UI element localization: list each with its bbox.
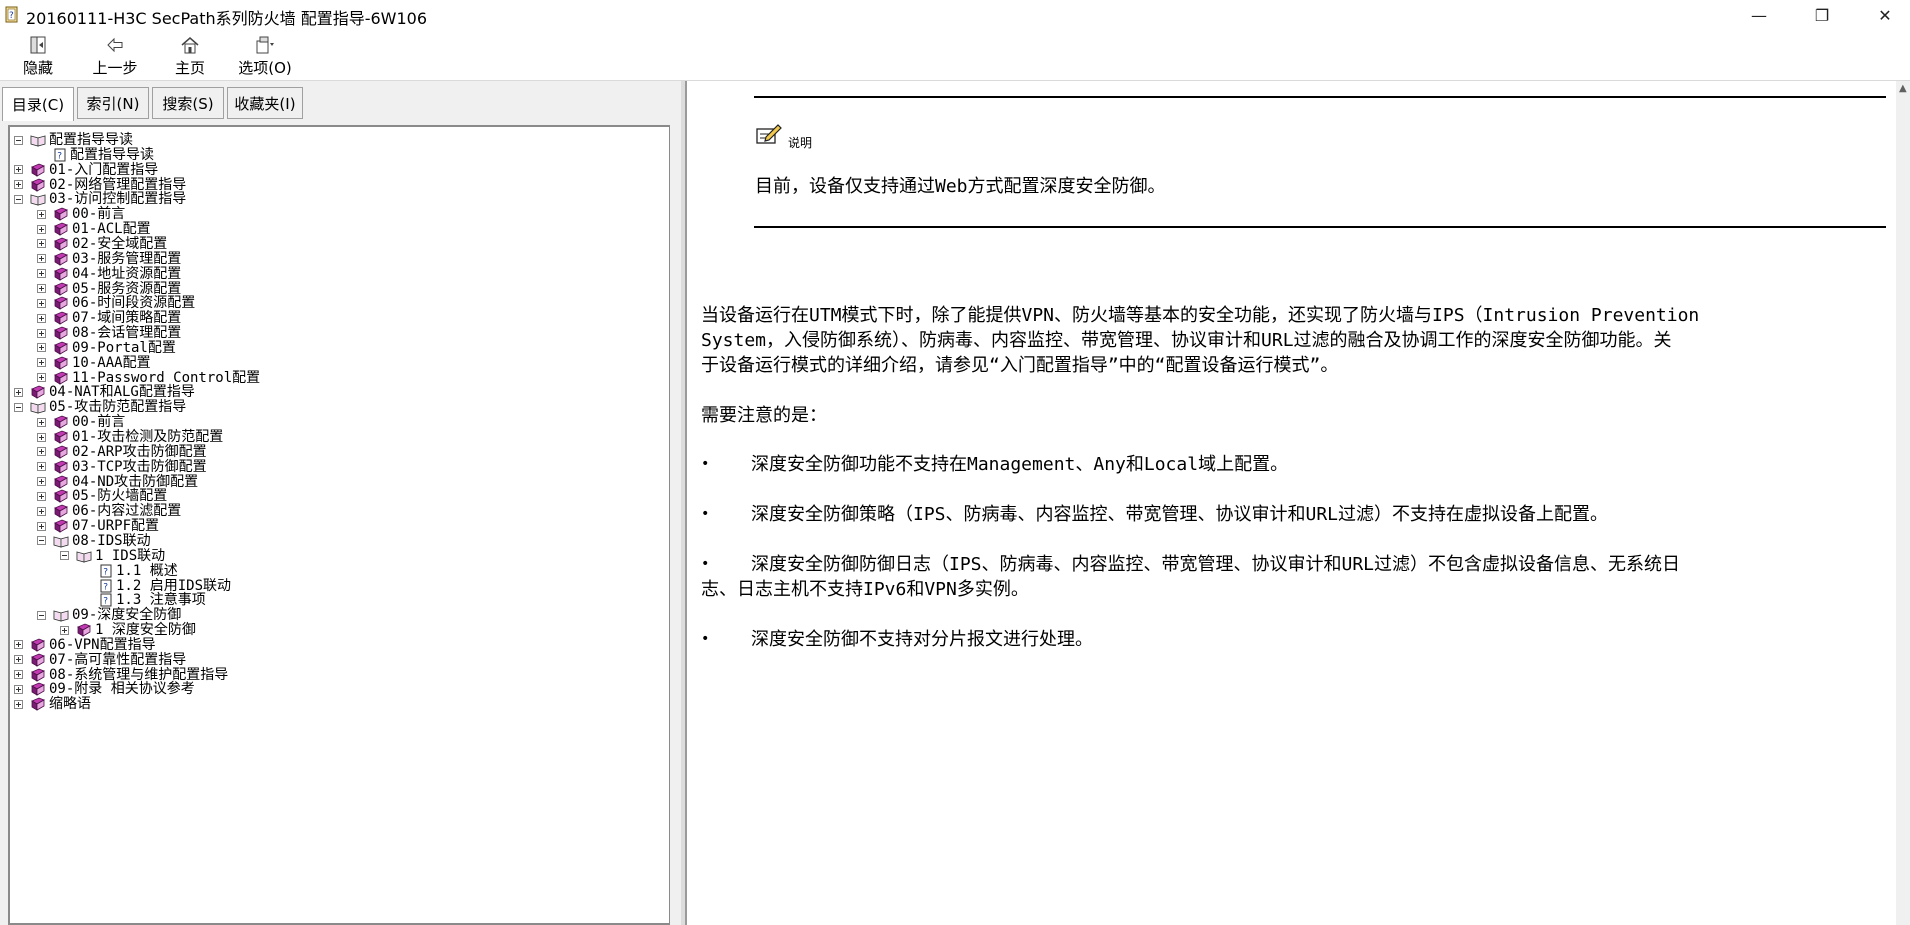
- bullet-text: 深度安全防御功能不支持在Management、Any和Local域上配置。: [751, 454, 1289, 475]
- expand-icon[interactable]: [14, 387, 23, 397]
- collapse-icon[interactable]: [14, 402, 23, 412]
- toolbar: 隐藏 上一步 主页 选项(O): [0, 30, 1910, 81]
- expand-icon[interactable]: [37, 284, 46, 293]
- tree-item[interactable]: 缩略语: [14, 695, 91, 713]
- hide-button[interactable]: 隐藏: [18, 32, 58, 78]
- collapse-icon[interactable]: [14, 194, 23, 204]
- note-pencil-icon: [756, 124, 782, 144]
- expand-icon[interactable]: [37, 209, 46, 219]
- closed-book-icon: [30, 697, 46, 712]
- expand-icon[interactable]: [37, 373, 46, 383]
- expand-icon[interactable]: [37, 298, 46, 308]
- expand-icon[interactable]: [14, 640, 23, 650]
- help-book-icon: ?: [5, 6, 18, 23]
- expand-icon[interactable]: [37, 477, 46, 487]
- intro-line: 当设备运行在UTM模式下时，除了能提供VPN、防火墙等基本的安全功能，还实现了防…: [701, 305, 1700, 326]
- bullet-item: • 深度安全防御功能不支持在Management、Any和Local域上配置。: [701, 452, 1288, 477]
- options-icon: [254, 34, 276, 55]
- hide-button-label: 隐藏: [22, 59, 53, 77]
- navigation-pane: 目录(C) 索引(N) 搜索(S) 收藏夹(I) 配置指导导读? 配置指导导读 01…: [0, 81, 681, 925]
- expand-icon[interactable]: [37, 358, 46, 368]
- bullet-item: • 深度安全防御不支持对分片报文进行处理。: [701, 627, 1093, 652]
- expand-icon[interactable]: [37, 447, 46, 457]
- expand-icon[interactable]: [37, 506, 46, 516]
- note-label: 说明: [788, 136, 813, 150]
- expand-icon[interactable]: [37, 224, 46, 234]
- expand-icon[interactable]: [14, 699, 23, 709]
- bullet-marker: •: [701, 456, 710, 472]
- tab-contents[interactable]: 目录(C): [2, 87, 74, 121]
- bullet-item: • 深度安全防御防御日志（IPS、防病毒、内容监控、带宽管理、协议审计和URL过…: [701, 552, 1680, 602]
- back-button[interactable]: 上一步: [88, 32, 142, 78]
- close-button[interactable]: ✕: [1862, 0, 1908, 30]
- expand-icon[interactable]: [37, 432, 46, 442]
- home-icon: [180, 34, 200, 55]
- bullet-marker: •: [701, 506, 710, 522]
- expand-icon[interactable]: [14, 670, 23, 680]
- tab-search[interactable]: 搜索(S): [152, 87, 224, 119]
- expand-icon[interactable]: [37, 521, 46, 531]
- expand-icon[interactable]: [14, 655, 23, 665]
- collapse-icon[interactable]: [37, 610, 46, 620]
- collapse-icon[interactable]: [60, 551, 69, 561]
- note-top-rule: [754, 96, 1886, 98]
- scroll-up-icon[interactable]: ▲: [1899, 83, 1907, 94]
- expand-icon[interactable]: [37, 328, 46, 338]
- expand-icon[interactable]: [37, 254, 46, 264]
- options-button-label: 选项(O): [238, 59, 292, 77]
- expand-icon[interactable]: [37, 239, 46, 249]
- back-arrow-icon: [105, 34, 125, 55]
- intro-paragraph: 当设备运行在UTM模式下时，除了能提供VPN、防火墙等基本的安全功能，还实现了防…: [701, 303, 1699, 378]
- title-bar: ? 20160111-H3C SecPath系列防火墙 配置指导-6W106 —…: [0, 0, 1910, 30]
- options-button[interactable]: 选项(O): [236, 32, 294, 78]
- expand-icon[interactable]: [60, 625, 69, 635]
- expand-icon[interactable]: [37, 269, 46, 279]
- bullet-marker: •: [701, 556, 710, 572]
- note-bottom-rule: [754, 226, 1886, 228]
- restore-button[interactable]: ❐: [1799, 0, 1845, 30]
- expand-icon[interactable]: [14, 180, 23, 190]
- intro-line: 于设备运行模式的详细介绍，请参见“入门配置指导”中的“配置设备运行模式”。: [701, 355, 1339, 376]
- expand-icon[interactable]: [37, 313, 46, 323]
- intro-line: System，入侵防御系统）、防病毒、内容监控、带宽管理、协议审计和URL过滤的…: [701, 330, 1672, 351]
- bullet-item: • 深度安全防御策略（IPS、防病毒、内容监控、带宽管理、协议审计和URL过滤）…: [701, 502, 1608, 527]
- minimize-button[interactable]: —: [1736, 0, 1782, 30]
- back-button-label: 上一步: [92, 59, 138, 77]
- hide-icon: [28, 34, 48, 55]
- expand-icon[interactable]: [37, 462, 46, 472]
- bullet-text-continued: 志、日志主机不支持IPv6和VPN多实例。: [701, 579, 1029, 600]
- content-scrollbar[interactable]: ▲: [1896, 81, 1910, 925]
- note-text: 目前，设备仅支持通过Web方式配置深度安全防御。: [755, 176, 1166, 197]
- collapse-icon[interactable]: [37, 536, 46, 546]
- expand-icon[interactable]: [14, 165, 23, 175]
- window-title: 20160111-H3C SecPath系列防火墙 配置指导-6W106: [26, 9, 428, 28]
- notice-heading: 需要注意的是：: [701, 405, 827, 426]
- bullet-text: 深度安全防御策略（IPS、防病毒、内容监控、带宽管理、协议审计和URL过滤）不支…: [751, 504, 1609, 525]
- svg-text:?: ?: [9, 11, 14, 21]
- contents-tree[interactable]: 配置指导导读? 配置指导导读 01-入门配置指导 02-网络管理配置指导 03-访问控制…: [8, 125, 670, 925]
- expand-icon[interactable]: [37, 491, 46, 501]
- expand-icon[interactable]: [14, 684, 23, 694]
- bullet-text: 深度安全防御不支持对分片报文进行处理。: [751, 629, 1093, 650]
- home-button-label: 主页: [174, 59, 205, 77]
- tab-index[interactable]: 索引(N): [77, 87, 149, 119]
- home-button[interactable]: 主页: [172, 32, 208, 78]
- bullet-text: 深度安全防御防御日志（IPS、防病毒、内容监控、带宽管理、协议审计和URL过滤）…: [751, 554, 1681, 575]
- expand-icon[interactable]: [37, 343, 46, 353]
- expand-icon[interactable]: [37, 417, 46, 427]
- content-pane: 说明 目前，设备仅支持通过Web方式配置深度安全防御。 当设备运行在UTM模式下…: [685, 81, 1910, 925]
- bullet-marker: •: [701, 631, 710, 647]
- tree-item-label: 缩略语: [49, 696, 91, 713]
- tab-favorites[interactable]: 收藏夹(I): [227, 87, 303, 119]
- collapse-icon[interactable]: [14, 135, 23, 145]
